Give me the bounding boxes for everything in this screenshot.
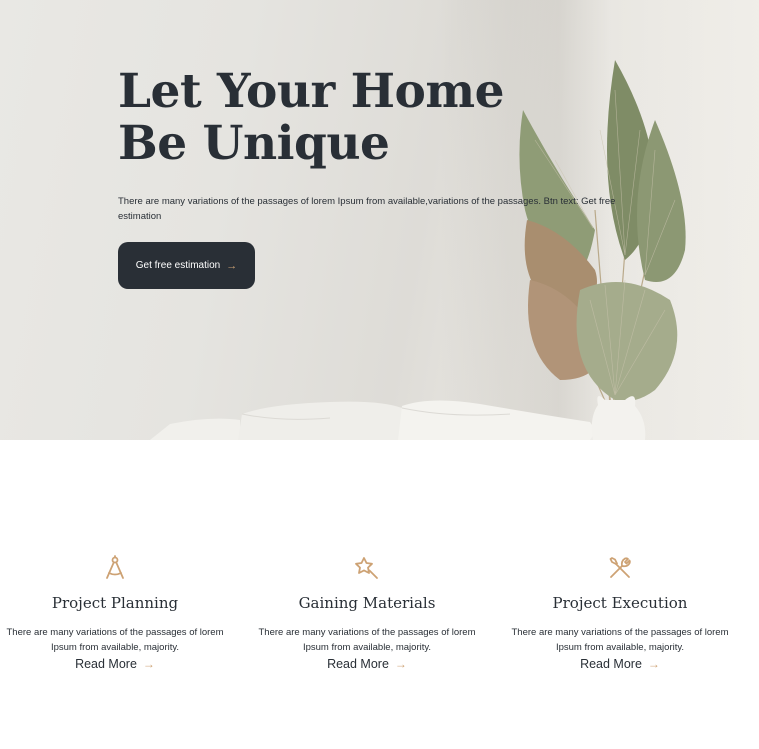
magic-wand-star-icon — [355, 557, 378, 579]
service-title: Project Execution — [552, 594, 688, 612]
read-more-link[interactable]: Read More → — [580, 656, 660, 672]
hero-description: There are many variations of the passage… — [118, 196, 616, 222]
services-section: Project Planning There are many variatio… — [0, 555, 759, 705]
service-card-planning: Project Planning There are many variatio… — [0, 555, 235, 673]
read-more-link[interactable]: Read More → — [75, 656, 155, 672]
service-title: Gaining Materials — [298, 594, 436, 612]
read-more-label: Read More — [327, 657, 389, 671]
service-description: There are many variations of the passage… — [258, 627, 476, 653]
drafting-compass-icon — [106, 555, 124, 579]
service-card-materials: Gaining Materials There are many variati… — [247, 555, 487, 673]
arrow-right-icon: → — [647, 657, 660, 671]
service-title: Project Planning — [51, 594, 179, 612]
cta-label: Get free estimation — [135, 260, 221, 271]
read-more-label: Read More — [580, 657, 642, 671]
hero-title: Let Your Home Be Unique — [118, 64, 505, 171]
hero-section: Let Your Home Be Unique There are many v… — [0, 0, 759, 440]
get-free-estimation-button[interactable]: Get free estimation → — [118, 242, 255, 289]
read-more-label: Read More — [75, 657, 137, 671]
service-description: There are many variations of the passage… — [6, 627, 224, 653]
arrow-right-icon: → — [142, 657, 155, 671]
arrow-right-icon: → — [394, 657, 407, 671]
service-card-execution: Project Execution There are many variati… — [500, 555, 740, 673]
read-more-link[interactable]: Read More → — [327, 656, 407, 672]
crossed-tools-icon — [609, 557, 631, 578]
arrow-right-icon: → — [226, 259, 238, 272]
service-description: There are many variations of the passage… — [511, 627, 729, 653]
